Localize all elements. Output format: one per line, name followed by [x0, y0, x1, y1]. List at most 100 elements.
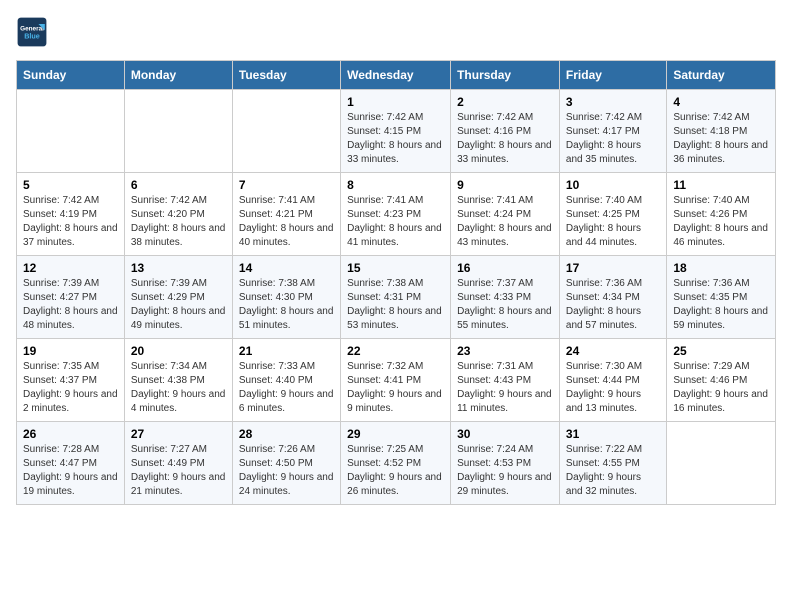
- calendar-cell: 11Sunrise: 7:40 AM Sunset: 4:26 PM Dayli…: [667, 173, 776, 256]
- column-header-tuesday: Tuesday: [232, 61, 340, 90]
- day-number: 14: [239, 261, 334, 275]
- calendar-cell: 18 Sunrise: 7:36 AM Sunset: 4:35 PM Dayli…: [667, 256, 776, 339]
- day-number: 17: [566, 261, 660, 275]
- day-number: 31: [566, 427, 660, 441]
- calendar-cell: 2 Sunrise: 7:42 AM Sunset: 4:16 PM Daylig…: [451, 90, 560, 173]
- calendar-cell: 10 Sunrise: 7:40 AM Sunset: 4:25 PM Dayli…: [559, 173, 666, 256]
- day-number: 8: [347, 178, 444, 192]
- day-number: 20: [131, 344, 226, 358]
- calendar-cell: 29 Sunrise: 7:25 AM Sunset: 4:52 PM Dayli…: [341, 422, 451, 505]
- day-info: Sunrise: 7:42 AM Sunset: 4:17 PM Dayligh…: [566, 111, 660, 167]
- calendar-cell: 30 Sunrise: 7:24 AM Sunset: 4:53 PM Dayli…: [451, 422, 560, 505]
- column-header-monday: Monday: [124, 61, 232, 90]
- day-info: Sunrise: 7:41 AM Sunset: 4:21 PM Dayligh…: [239, 194, 334, 250]
- calendar-cell: 1 Sunrise: 7:42 AM Sunset: 4:15 PM Daylig…: [341, 90, 451, 173]
- day-number: 18: [673, 261, 769, 275]
- day-number: 26: [23, 427, 118, 441]
- day-info: Sunrise: 7:40 AM Sunset: 4:25 PM Dayligh…: [566, 194, 660, 250]
- day-info: Sunrise: 7:42 AM Sunset: 4:18 PM Dayligh…: [673, 111, 769, 167]
- calendar-cell: 19 Sunrise: 7:35 AM Sunset: 4:37 PM Dayli…: [17, 339, 125, 422]
- day-info: Sunrise: 7:42 AM Sunset: 4:16 PM Dayligh…: [457, 111, 553, 167]
- day-number: 7: [239, 178, 334, 192]
- day-info: Sunrise: 7:41 AM Sunset: 4:23 PM Dayligh…: [347, 194, 444, 250]
- day-number: 12: [23, 261, 118, 275]
- day-info: Sunrise: 7:35 AM Sunset: 4:37 PM Dayligh…: [23, 360, 118, 416]
- calendar-cell: [232, 90, 340, 173]
- column-header-thursday: Thursday: [451, 61, 560, 90]
- day-number: 27: [131, 427, 226, 441]
- calendar-cell: 20 Sunrise: 7:34 AM Sunset: 4:38 PM Dayli…: [124, 339, 232, 422]
- calendar-cell: 31 Sunrise: 7:22 AM Sunset: 4:55 PM Dayli…: [559, 422, 666, 505]
- calendar-cell: [124, 90, 232, 173]
- day-number: 9: [457, 178, 553, 192]
- calendar-cell: 17 Sunrise: 7:36 AM Sunset: 4:34 PM Dayli…: [559, 256, 666, 339]
- calendar-cell: 7 Sunrise: 7:41 AM Sunset: 4:21 PM Daylig…: [232, 173, 340, 256]
- day-info: Sunrise: 7:22 AM Sunset: 4:55 PM Dayligh…: [566, 443, 660, 499]
- day-number: 28: [239, 427, 334, 441]
- calendar-table: SundayMondayTuesdayWednesdayThursdayFrid…: [16, 60, 776, 505]
- day-info: Sunrise: 7:30 AM Sunset: 4:44 PM Dayligh…: [566, 360, 660, 416]
- calendar-cell: 16 Sunrise: 7:37 AM Sunset: 4:33 PM Dayli…: [451, 256, 560, 339]
- day-number: 16: [457, 261, 553, 275]
- day-number: 23: [457, 344, 553, 358]
- day-number: 13: [131, 261, 226, 275]
- calendar-cell: 21Sunrise: 7:33 AM Sunset: 4:40 PM Dayli…: [232, 339, 340, 422]
- header: General Blue: [16, 16, 776, 48]
- day-number: 4: [673, 95, 769, 109]
- day-info: Sunrise: 7:36 AM Sunset: 4:34 PM Dayligh…: [566, 277, 660, 333]
- day-number: 24: [566, 344, 660, 358]
- calendar-cell: 14 Sunrise: 7:38 AM Sunset: 4:30 PM Dayli…: [232, 256, 340, 339]
- calendar-cell: [17, 90, 125, 173]
- calendar-cell: 5 Sunrise: 7:42 AM Sunset: 4:19 PM Daylig…: [17, 173, 125, 256]
- day-info: Sunrise: 7:38 AM Sunset: 4:30 PM Dayligh…: [239, 277, 334, 333]
- day-info: Sunrise: 7:42 AM Sunset: 4:19 PM Dayligh…: [23, 194, 118, 250]
- calendar-cell: 13 Sunrise: 7:39 AM Sunset: 4:29 PM Dayli…: [124, 256, 232, 339]
- day-number: 11: [673, 178, 769, 192]
- column-header-wednesday: Wednesday: [341, 61, 451, 90]
- calendar-cell: 22Sunrise: 7:32 AM Sunset: 4:41 PM Dayli…: [341, 339, 451, 422]
- day-info: Sunrise: 7:29 AM Sunset: 4:46 PM Dayligh…: [673, 360, 769, 416]
- calendar-cell: 9Sunrise: 7:41 AM Sunset: 4:24 PM Daylig…: [451, 173, 560, 256]
- logo-icon: General Blue: [16, 16, 48, 48]
- day-number: 3: [566, 95, 660, 109]
- day-info: Sunrise: 7:24 AM Sunset: 4:53 PM Dayligh…: [457, 443, 553, 499]
- calendar-cell: 25 Sunrise: 7:29 AM Sunset: 4:46 PM Dayli…: [667, 339, 776, 422]
- day-number: 6: [131, 178, 226, 192]
- day-number: 21: [239, 344, 334, 358]
- calendar-cell: 28 Sunrise: 7:26 AM Sunset: 4:50 PM Dayli…: [232, 422, 340, 505]
- day-info: Sunrise: 7:34 AM Sunset: 4:38 PM Dayligh…: [131, 360, 226, 416]
- calendar-cell: 27Sunrise: 7:27 AM Sunset: 4:49 PM Dayli…: [124, 422, 232, 505]
- calendar-cell: 26 Sunrise: 7:28 AM Sunset: 4:47 PM Dayli…: [17, 422, 125, 505]
- calendar-cell: 3 Sunrise: 7:42 AM Sunset: 4:17 PM Daylig…: [559, 90, 666, 173]
- calendar-cell: 6 Sunrise: 7:42 AM Sunset: 4:20 PM Daylig…: [124, 173, 232, 256]
- day-info: Sunrise: 7:31 AM Sunset: 4:43 PM Dayligh…: [457, 360, 553, 416]
- calendar-cell: [667, 422, 776, 505]
- calendar-cell: 4 Sunrise: 7:42 AM Sunset: 4:18 PM Daylig…: [667, 90, 776, 173]
- day-number: 25: [673, 344, 769, 358]
- day-info: Sunrise: 7:39 AM Sunset: 4:29 PM Dayligh…: [131, 277, 226, 333]
- day-info: Sunrise: 7:38 AM Sunset: 4:31 PM Dayligh…: [347, 277, 444, 333]
- column-header-saturday: Saturday: [667, 61, 776, 90]
- day-number: 2: [457, 95, 553, 109]
- calendar-cell: 12Sunrise: 7:39 AM Sunset: 4:27 PM Dayli…: [17, 256, 125, 339]
- day-info: Sunrise: 7:36 AM Sunset: 4:35 PM Dayligh…: [673, 277, 769, 333]
- day-number: 15: [347, 261, 444, 275]
- day-info: Sunrise: 7:42 AM Sunset: 4:15 PM Dayligh…: [347, 111, 444, 167]
- day-info: Sunrise: 7:42 AM Sunset: 4:20 PM Dayligh…: [131, 194, 226, 250]
- day-number: 22: [347, 344, 444, 358]
- day-info: Sunrise: 7:28 AM Sunset: 4:47 PM Dayligh…: [23, 443, 118, 499]
- day-number: 29: [347, 427, 444, 441]
- calendar-cell: 23 Sunrise: 7:31 AM Sunset: 4:43 PM Dayli…: [451, 339, 560, 422]
- day-info: Sunrise: 7:25 AM Sunset: 4:52 PM Dayligh…: [347, 443, 444, 499]
- day-number: 30: [457, 427, 553, 441]
- column-header-sunday: Sunday: [17, 61, 125, 90]
- logo: General Blue: [16, 16, 48, 48]
- day-number: 10: [566, 178, 660, 192]
- day-number: 1: [347, 95, 444, 109]
- column-header-friday: Friday: [559, 61, 666, 90]
- day-number: 5: [23, 178, 118, 192]
- calendar-cell: 8 Sunrise: 7:41 AM Sunset: 4:23 PM Daylig…: [341, 173, 451, 256]
- day-info: Sunrise: 7:26 AM Sunset: 4:50 PM Dayligh…: [239, 443, 334, 499]
- day-info: Sunrise: 7:37 AM Sunset: 4:33 PM Dayligh…: [457, 277, 553, 333]
- day-number: 19: [23, 344, 118, 358]
